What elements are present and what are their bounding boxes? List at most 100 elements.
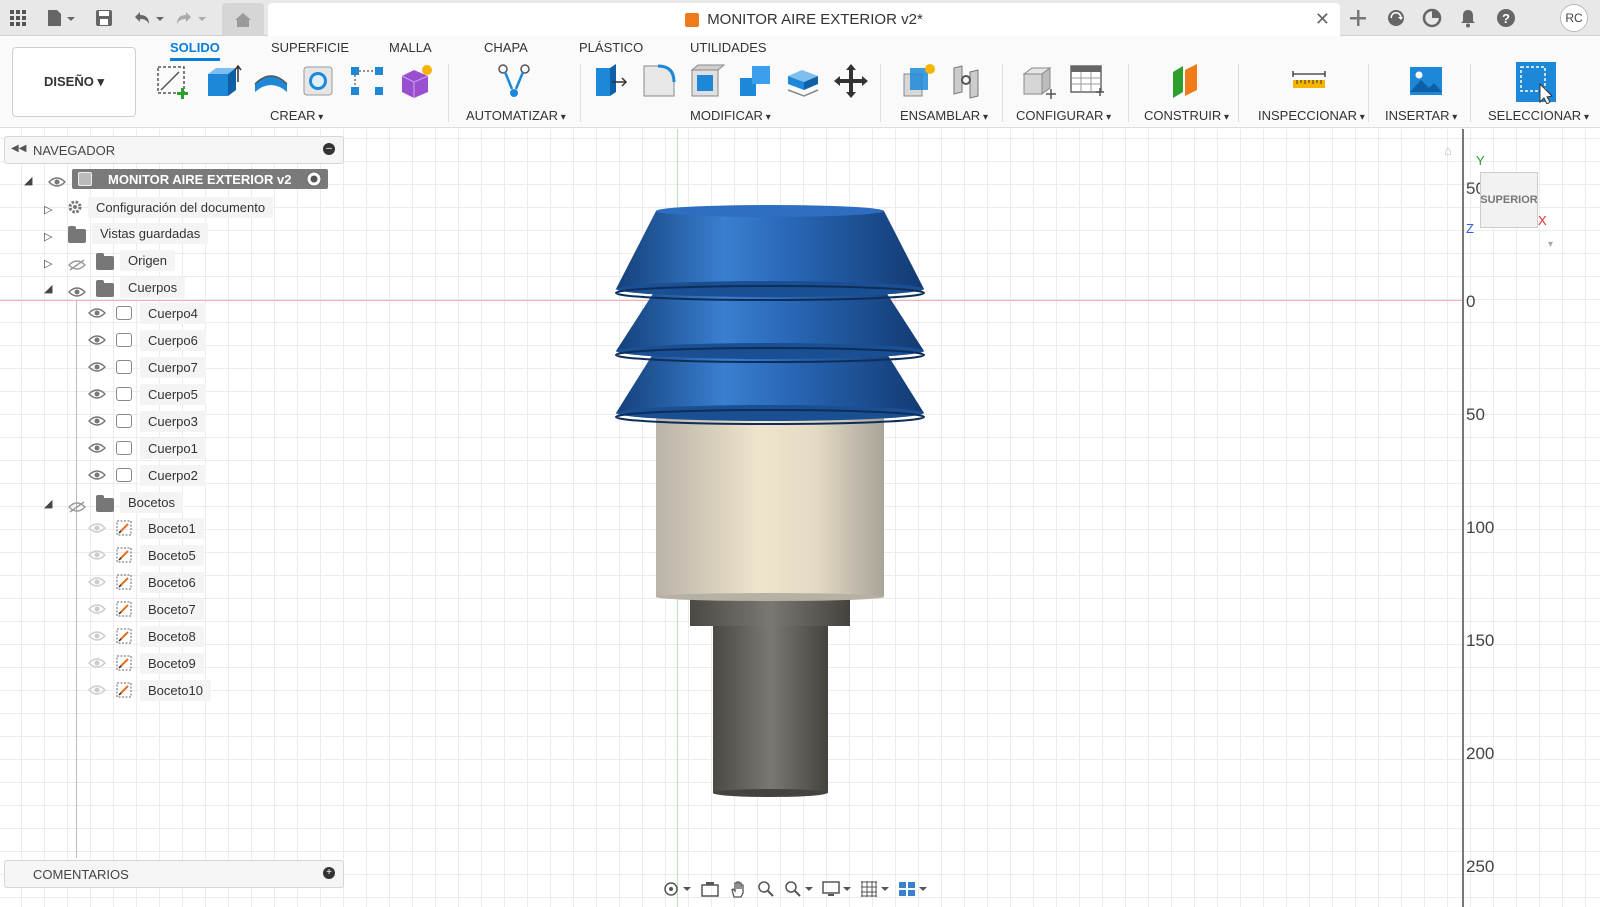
construct-plane-icon[interactable] (1167, 62, 1205, 100)
viewcube[interactable]: SUPERIOR (1480, 172, 1538, 228)
redo-icon[interactable] (172, 6, 208, 30)
visibility-eye-icon[interactable] (48, 176, 66, 188)
tree-item-saved-views[interactable]: Vistas guardadas (92, 222, 209, 244)
tree-item-body[interactable]: Cuerpo4 (140, 302, 206, 324)
tab-malla[interactable]: MALLA (389, 40, 432, 55)
grid-settings-icon[interactable] (858, 878, 892, 900)
visibility-eye-icon[interactable] (88, 603, 106, 615)
visibility-eye-icon[interactable] (88, 522, 106, 534)
create-sketch-icon[interactable] (155, 62, 193, 100)
browser-panel-header[interactable]: ◀◀ NAVEGADOR – (4, 136, 344, 164)
home-tab[interactable] (222, 3, 264, 36)
visibility-eye-icon[interactable] (68, 286, 86, 298)
tree-item-body[interactable]: Cuerpo2 (140, 464, 206, 486)
group-inspeccionar[interactable]: INSPECCIONAR (1258, 108, 1365, 123)
measure-icon[interactable] (1290, 62, 1328, 100)
collapse-panel-icon[interactable]: ◀◀ (11, 143, 26, 154)
move-copy-icon[interactable] (832, 62, 870, 100)
user-avatar[interactable]: RC (1560, 4, 1588, 32)
visibility-eye-icon[interactable] (88, 469, 106, 481)
new-component-icon[interactable] (900, 62, 938, 100)
zoom-icon[interactable] (754, 878, 778, 900)
tab-solido[interactable]: SOLIDO (170, 40, 220, 61)
new-tab-icon[interactable] (1346, 6, 1370, 30)
pattern-icon[interactable] (348, 62, 386, 100)
orbit-icon[interactable] (660, 878, 694, 900)
tree-item-sketch[interactable]: Boceto10 (140, 679, 211, 701)
tree-item-sketch[interactable]: Boceto6 (140, 571, 204, 593)
configuration-table-icon[interactable] (1068, 62, 1106, 100)
pan-hand-icon[interactable] (726, 878, 750, 900)
tree-item-body[interactable]: Cuerpo7 (140, 356, 206, 378)
group-configurar[interactable]: CONFIGURAR (1016, 108, 1111, 123)
tab-plastico[interactable]: PLÁSTICO (579, 40, 643, 55)
create-form-icon[interactable] (396, 62, 434, 100)
tree-item-sketch[interactable]: Boceto5 (140, 544, 204, 566)
collapse-bodies-icon[interactable]: ◢ (44, 282, 52, 295)
insert-image-icon[interactable] (1407, 62, 1445, 100)
tree-item-body[interactable]: Cuerpo1 (140, 437, 206, 459)
expand-doc-settings-icon[interactable]: ▷ (44, 203, 52, 216)
group-insertar[interactable]: INSERTAR (1385, 108, 1457, 123)
joint-icon[interactable] (948, 62, 986, 100)
combine-icon[interactable] (736, 62, 774, 100)
tree-item-sketch[interactable]: Boceto9 (140, 652, 204, 674)
panel-minimize-icon[interactable]: – (323, 143, 335, 155)
document-tab[interactable]: MONITOR AIRE EXTERIOR v2* ✕ (268, 3, 1340, 36)
tree-item-body[interactable]: Cuerpo3 (140, 410, 206, 432)
collapse-sketches-icon[interactable]: ◢ (44, 497, 52, 510)
tree-item-sketch[interactable]: Boceto7 (140, 598, 204, 620)
notifications-bell-icon[interactable] (1456, 6, 1480, 30)
visibility-eye-icon[interactable] (88, 415, 106, 427)
press-pull-icon[interactable] (592, 62, 630, 100)
tree-item-sketches[interactable]: Bocetos (120, 491, 183, 513)
tab-utilidades[interactable]: UTILIDADES (690, 40, 767, 55)
tree-item-body[interactable]: Cuerpo5 (140, 383, 206, 405)
help-icon[interactable]: ? (1494, 6, 1518, 30)
shell-icon[interactable] (688, 62, 726, 100)
fit-zoom-icon[interactable] (782, 878, 816, 900)
group-ensamblar[interactable]: ENSAMBLAR (900, 108, 988, 123)
group-crear[interactable]: CREAR (270, 108, 323, 123)
hidden-eye-icon[interactable] (68, 501, 86, 513)
comments-panel-header[interactable]: COMENTARIOS + (4, 860, 344, 888)
visibility-eye-icon[interactable] (88, 657, 106, 669)
fillet-icon[interactable] (640, 62, 678, 100)
visibility-eye-icon[interactable] (88, 630, 106, 642)
close-tab-icon[interactable]: ✕ (1315, 9, 1330, 30)
viewports-icon[interactable] (896, 878, 930, 900)
visibility-eye-icon[interactable] (88, 576, 106, 588)
undo-icon[interactable] (130, 6, 166, 30)
automate-icon[interactable] (495, 62, 533, 100)
tree-item-body[interactable]: Cuerpo6 (140, 329, 206, 351)
select-icon[interactable] (1514, 60, 1558, 104)
tab-chapa[interactable]: CHAPA (484, 40, 528, 55)
tree-item-origin[interactable]: Origen (120, 249, 176, 271)
job-status-icon[interactable] (1420, 6, 1444, 30)
sync-icon[interactable] (1384, 6, 1408, 30)
workspace-switcher-button[interactable]: DISEÑO ▾ (12, 47, 136, 117)
configure-icon[interactable] (1020, 62, 1058, 100)
viewcube-home-icon[interactable]: ⌂ (1444, 143, 1452, 158)
look-at-icon[interactable] (698, 878, 722, 900)
tab-superficie[interactable]: SUPERFICIE (271, 40, 349, 55)
group-modificar[interactable]: MODIFICAR (690, 108, 771, 123)
app-grid-icon[interactable] (6, 6, 30, 30)
viewcube-menu-icon[interactable]: ▾ (1548, 239, 1553, 250)
visibility-eye-icon[interactable] (88, 549, 106, 561)
expand-root-icon[interactable]: ◢ (24, 174, 32, 187)
hidden-eye-icon[interactable] (68, 259, 86, 271)
visibility-eye-icon[interactable] (88, 307, 106, 319)
extrude-icon[interactable] (204, 62, 242, 100)
visibility-eye-icon[interactable] (88, 361, 106, 373)
expand-saved-views-icon[interactable]: ▷ (44, 230, 52, 243)
visibility-eye-icon[interactable] (88, 442, 106, 454)
add-comment-icon[interactable]: + (323, 867, 335, 879)
group-seleccionar[interactable]: SELECCIONAR (1488, 108, 1589, 123)
group-construir[interactable]: CONSTRUIR (1144, 108, 1229, 123)
tree-item-sketch[interactable]: Boceto1 (140, 517, 204, 539)
visibility-eye-icon[interactable] (88, 334, 106, 346)
hole-icon[interactable] (300, 62, 338, 100)
air-monitor-model[interactable] (610, 203, 950, 803)
tree-item-doc-settings[interactable]: Configuración del documento (88, 196, 274, 218)
